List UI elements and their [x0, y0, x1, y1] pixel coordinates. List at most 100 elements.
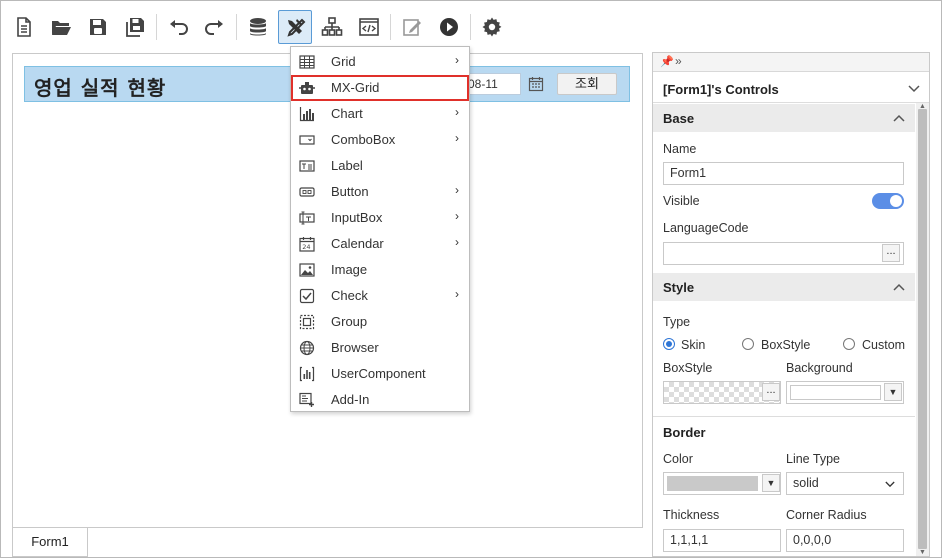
boxstyle-browse-button[interactable]: ... [762, 383, 780, 401]
type-skin-radio[interactable] [663, 338, 675, 350]
scrollbar-thumb[interactable] [918, 109, 927, 549]
settings-icon [482, 17, 502, 37]
name-field[interactable]: Form1 [663, 162, 904, 185]
run-button[interactable] [432, 10, 466, 44]
border-color-dropdown-button[interactable]: ▼ [762, 474, 780, 492]
menu-item-label: ComboBox [331, 132, 396, 147]
open-folder-icon [52, 21, 71, 35]
hierarchy-icon [321, 17, 343, 36]
toggle-knob [890, 195, 902, 207]
open-folder-button[interactable] [44, 10, 78, 44]
scroll-down-icon[interactable]: ▼ [919, 549, 926, 556]
panel-top-bar: 📌 » [653, 53, 929, 72]
new-file-button[interactable] [7, 10, 41, 44]
visible-label: Visible [663, 194, 700, 208]
save-button[interactable] [81, 10, 115, 44]
corner-radius-field[interactable]: 0,0,0,0 [786, 529, 904, 552]
main-toolbar [7, 7, 512, 47]
language-code-browse-button[interactable]: ... [882, 244, 900, 262]
search-button[interactable]: 조회 [557, 73, 617, 95]
menu-item-browser[interactable]: Browser [291, 335, 469, 361]
menu-item-check[interactable]: Check › [291, 283, 469, 309]
tab-form1[interactable]: Form1 [12, 528, 88, 557]
settings-button[interactable] [475, 10, 509, 44]
type-label: Type [663, 315, 691, 329]
border-color-swatch [667, 476, 758, 491]
menu-item-label: Calendar [331, 236, 384, 251]
thickness-field[interactable]: 1,1,1,1 [663, 529, 781, 552]
menu-item-chart[interactable]: Chart › [291, 101, 469, 127]
chevron-up-icon[interactable] [893, 114, 905, 122]
svg-text:24: 24 [302, 243, 310, 251]
border-section-title: Border [663, 425, 706, 440]
calendar-button[interactable] [525, 73, 547, 95]
inputbox-icon [299, 211, 315, 225]
save-all-button[interactable] [118, 10, 152, 44]
panel-title-bar[interactable]: [Form1]'s Controls [653, 75, 929, 103]
redo-icon [205, 20, 223, 35]
edit-button[interactable] [395, 10, 429, 44]
section-header-base[interactable]: Base [653, 104, 915, 132]
section-title: Base [663, 111, 695, 126]
mx-grid-icon [299, 82, 315, 94]
menu-item-button[interactable]: Button › [291, 179, 469, 205]
add-in-icon [299, 392, 314, 407]
menu-item-usercomponent[interactable]: UserComponent [291, 361, 469, 387]
pin-icon[interactable]: 📌 [660, 55, 674, 68]
submenu-arrow-icon: › [455, 235, 459, 249]
collapse-panel-icon[interactable]: » [675, 54, 682, 68]
menu-item-label: Label [331, 158, 363, 173]
user-component-icon [299, 366, 315, 382]
app-window: 영업 실적 현황 -08-11 조회 Form1 Grid › MX-Grid … [0, 0, 942, 558]
menu-item-label: Button [331, 184, 369, 199]
submenu-arrow-icon: › [455, 183, 459, 197]
type-boxstyle-radio[interactable] [742, 338, 754, 350]
submenu-arrow-icon: › [455, 53, 459, 67]
type-custom-radio[interactable] [843, 338, 855, 350]
line-type-label: Line Type [786, 452, 840, 466]
menu-item-image[interactable]: Image [291, 257, 469, 283]
properties-panel: 📌 » [Form1]'s Controls Base Name Form1 V… [652, 52, 930, 557]
menu-item-mx-grid[interactable]: MX-Grid [291, 75, 469, 101]
type-boxstyle-label: BoxStyle [761, 338, 811, 352]
submenu-arrow-icon: › [455, 209, 459, 223]
menu-item-label: Chart [331, 106, 363, 121]
panel-scrollbar[interactable]: ▲ ▼ [916, 103, 929, 556]
chevron-down-icon[interactable] [885, 481, 895, 488]
menu-item-group[interactable]: Group [291, 309, 469, 335]
code-view-button[interactable] [352, 10, 386, 44]
chevron-down-icon[interactable] [908, 85, 920, 93]
menu-item-label: Image [331, 262, 368, 277]
background-dropdown-button[interactable]: ▼ [884, 383, 902, 401]
toolbar-separator [390, 14, 391, 40]
undo-button[interactable] [161, 10, 195, 44]
redo-button[interactable] [198, 10, 232, 44]
menu-item-label: UserComponent [331, 366, 426, 381]
menu-item-inputbox[interactable]: InputBox › [291, 205, 469, 231]
language-code-label: LanguageCode [663, 221, 749, 235]
tools-button[interactable] [278, 10, 312, 44]
calendar-icon: 24 [299, 237, 315, 252]
database-button[interactable] [241, 10, 275, 44]
save-icon [90, 19, 106, 35]
menu-item-calendar[interactable]: 24 Calendar › [291, 231, 469, 257]
visible-toggle[interactable] [872, 193, 904, 209]
language-code-field[interactable] [663, 242, 904, 265]
menu-item-add-in[interactable]: Add-In [291, 387, 469, 413]
group-icon [299, 314, 315, 330]
chevron-up-icon[interactable] [893, 283, 905, 291]
menu-item-combobox[interactable]: ComboBox › [291, 127, 469, 153]
chart-icon [299, 107, 314, 122]
hierarchy-button[interactable] [315, 10, 349, 44]
toolbar-separator [470, 14, 471, 40]
menu-item-grid[interactable]: Grid › [291, 49, 469, 75]
thickness-label: Thickness [663, 508, 720, 522]
section-header-style[interactable]: Style [653, 273, 915, 301]
menu-item-label: Browser [331, 340, 379, 355]
combobox-icon [299, 135, 315, 145]
panel-title: [Form1]'s Controls [663, 82, 779, 97]
menu-item-label-control[interactable]: Label [291, 153, 469, 179]
divider [653, 416, 915, 417]
menu-item-label: Add-In [331, 392, 370, 407]
submenu-arrow-icon: › [455, 131, 459, 145]
